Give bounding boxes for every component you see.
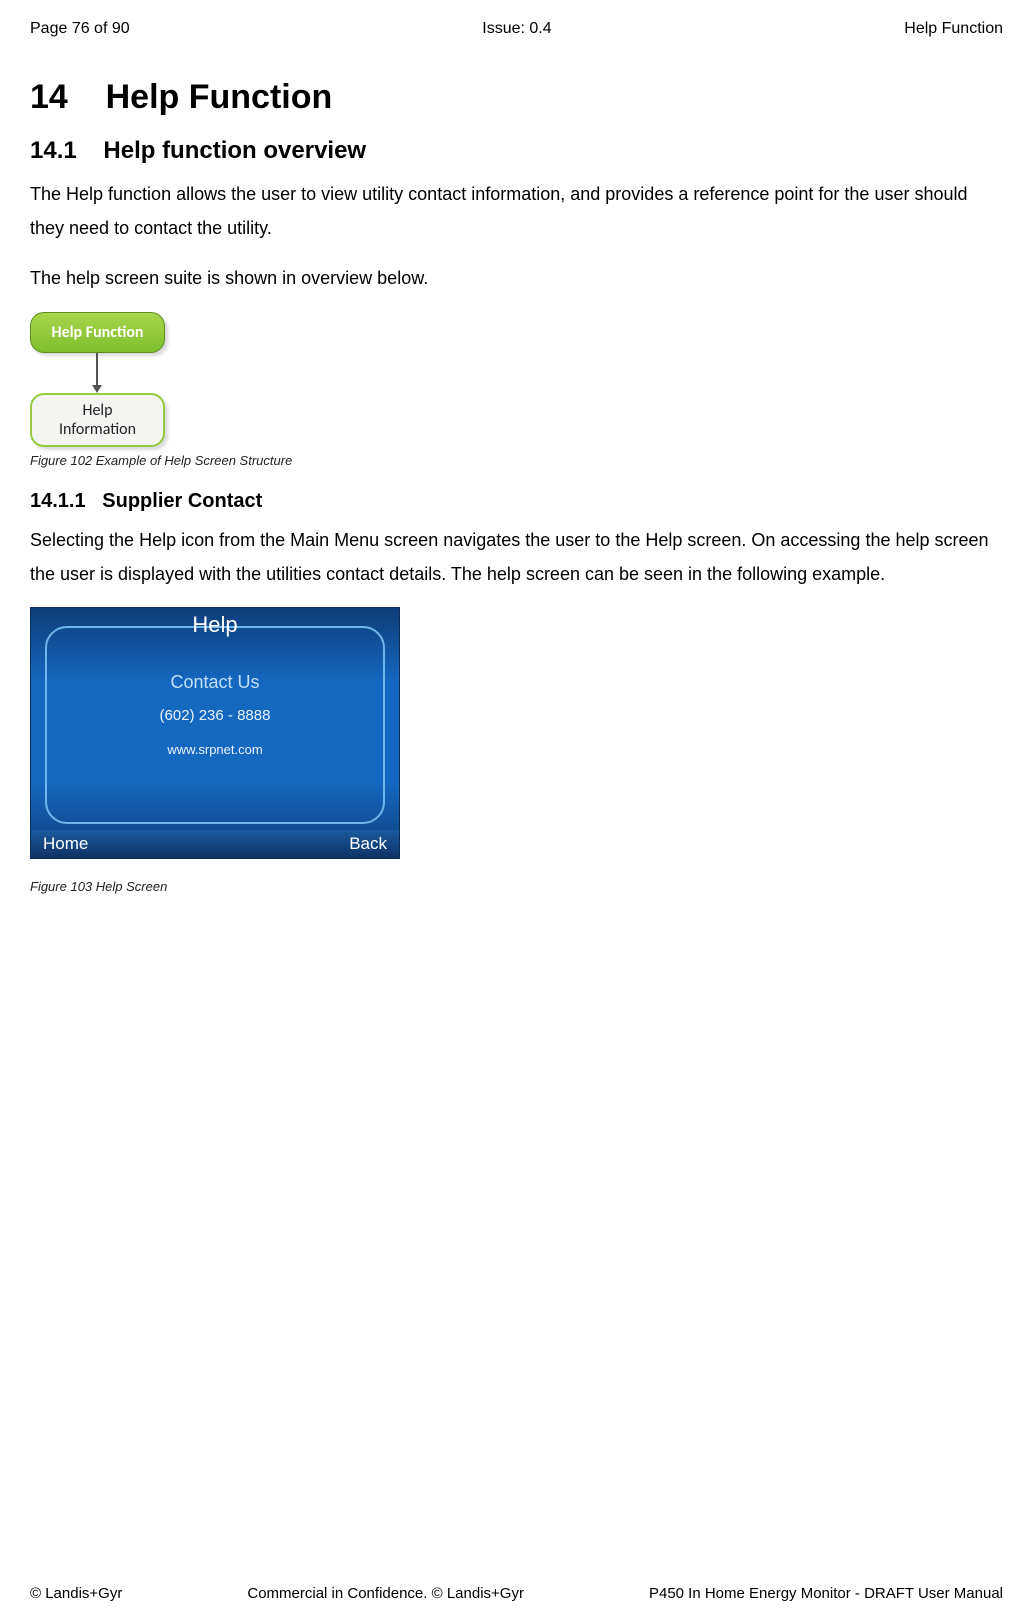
section-14-1-1-heading: 14.1.1 Supplier Contact <box>30 490 1003 513</box>
header-center: Issue: 0.4 <box>482 20 551 38</box>
screen-title: Help <box>31 608 399 638</box>
chapter-heading: 14 Help Function <box>30 78 1003 117</box>
back-button[interactable]: Back <box>349 834 387 854</box>
diagram-node-line1: Help <box>82 401 112 420</box>
figure-102-caption: Figure 102 Example of Help Screen Struct… <box>30 453 1003 468</box>
footer-left: © Landis+Gyr <box>30 1585 122 1602</box>
screen-panel-border <box>45 626 385 824</box>
home-button[interactable]: Home <box>43 834 88 854</box>
diagram-node-line2: Information <box>59 420 136 439</box>
section-number: 14.1 <box>30 137 77 164</box>
para-14-1-b: The help screen suite is shown in overvi… <box>30 261 1003 295</box>
header-right: Help Function <box>904 20 1003 38</box>
section-14-1-heading: 14.1 Help function overview <box>30 137 1003 165</box>
diagram-arrow <box>92 353 1003 393</box>
screen-subtitle: Contact Us <box>31 672 399 693</box>
subsection-number: 14.1.1 <box>30 490 86 512</box>
screen-phone: (602) 236 - 8888 <box>31 707 399 724</box>
chapter-title: Help Function <box>106 78 333 116</box>
para-14-1-1-a: Selecting the Help icon from the Main Me… <box>30 523 1003 591</box>
para-14-1-a: The Help function allows the user to vie… <box>30 177 1003 245</box>
page-footer: © Landis+Gyr Commercial in Confidence. ©… <box>30 1585 1003 1602</box>
chapter-number: 14 <box>30 78 68 116</box>
figure-103-caption: Figure 103 Help Screen <box>30 879 1003 894</box>
help-structure-diagram: Help Function Help Information <box>30 312 1003 447</box>
section-title: Help function overview <box>103 137 366 164</box>
arrow-line <box>96 353 98 387</box>
arrow-head-icon <box>92 385 102 393</box>
header-left: Page 76 of 90 <box>30 20 130 38</box>
screen-footer-bar: Home Back <box>31 830 399 858</box>
diagram-node-help-function: Help Function <box>30 312 165 353</box>
screen-url: www.srpnet.com <box>31 742 399 757</box>
diagram-node-help-information: Help Information <box>30 393 165 447</box>
subsection-title: Supplier Contact <box>102 490 262 512</box>
footer-right: P450 In Home Energy Monitor - DRAFT User… <box>649 1585 1003 1602</box>
page-header: Page 76 of 90 Issue: 0.4 Help Function <box>30 20 1003 38</box>
footer-center: Commercial in Confidence. © Landis+Gyr <box>247 1585 524 1602</box>
help-screen-mockup: Help Contact Us (602) 236 - 8888 www.srp… <box>30 607 400 859</box>
